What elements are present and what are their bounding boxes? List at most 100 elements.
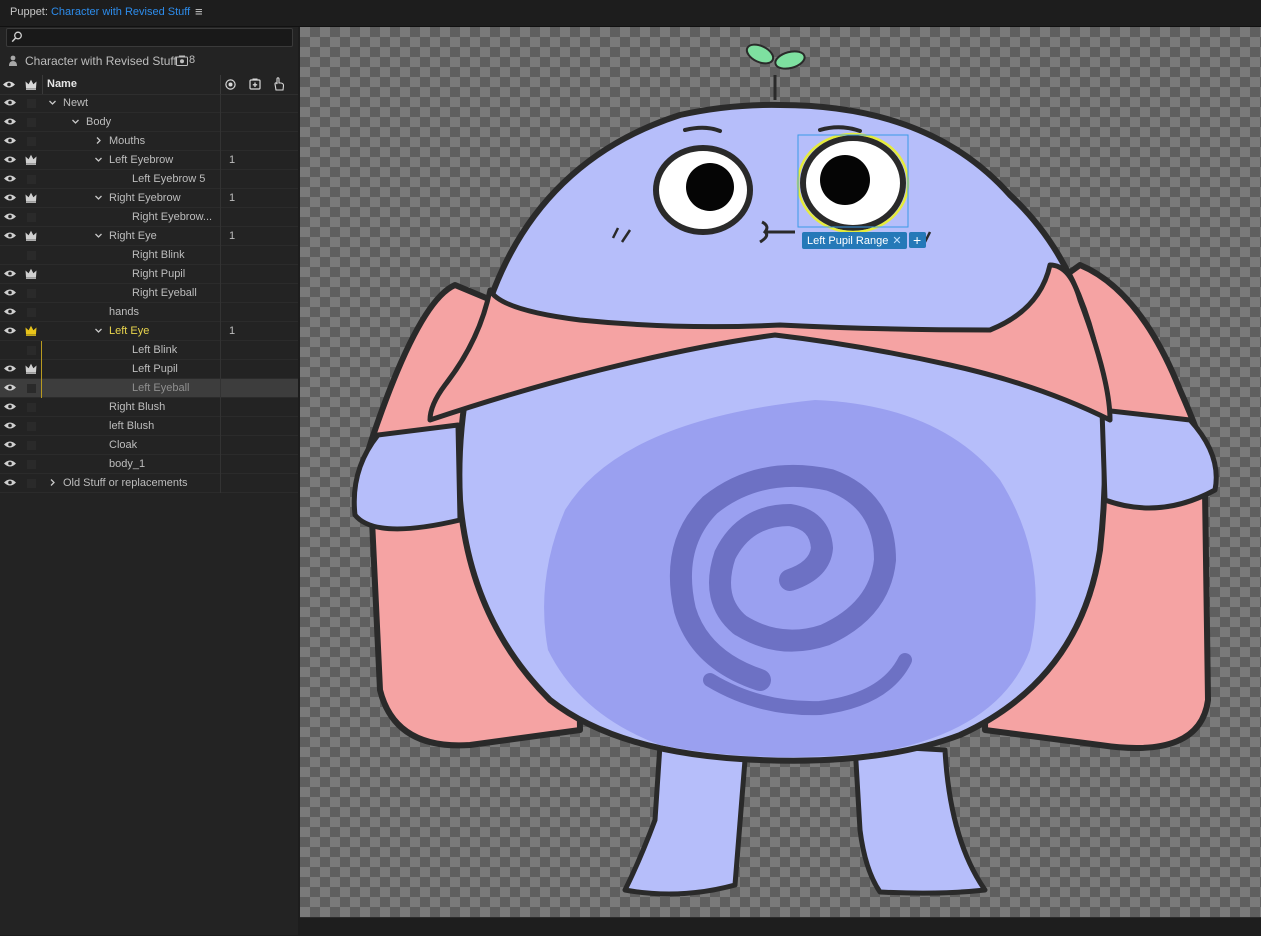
crown-icon[interactable] [25, 230, 37, 244]
layer-row[interactable]: body_1 [0, 455, 298, 474]
chevron-down-icon[interactable] [94, 231, 103, 243]
eye-icon[interactable] [3, 383, 17, 395]
independent-toggle[interactable] [27, 441, 36, 450]
layer-row[interactable]: Body [0, 113, 298, 132]
layer-name: Left Eyeball [132, 382, 190, 394]
independent-toggle[interactable] [27, 175, 36, 184]
eye-icon[interactable] [3, 288, 17, 300]
visibility-column-icon[interactable] [2, 80, 16, 89]
eye-icon[interactable] [3, 326, 17, 338]
layer-row[interactable]: Left Blink [0, 341, 298, 360]
eye-icon[interactable] [3, 136, 17, 148]
independent-toggle[interactable] [27, 251, 36, 260]
independent-toggle[interactable] [27, 479, 36, 488]
column-divider [220, 398, 221, 417]
layer-row[interactable]: Right Blink [0, 246, 298, 265]
layer-row[interactable]: Cloak [0, 436, 298, 455]
eye-icon[interactable] [3, 459, 17, 471]
chevron-down-icon[interactable] [94, 326, 103, 338]
puppet-icon [9, 55, 17, 66]
eye-icon[interactable] [3, 269, 17, 281]
name-column-header[interactable]: Name [47, 78, 77, 90]
crown-icon[interactable] [25, 154, 37, 168]
puppet-name: Character with Revised Stuff [25, 54, 177, 68]
layer-row[interactable]: Right Eyeball [0, 284, 298, 303]
puppet-title-link[interactable]: Character with Revised Stuff [51, 6, 190, 18]
independent-toggle[interactable] [27, 289, 36, 298]
column-divider [220, 189, 221, 208]
behavior-count: 1 [229, 230, 236, 242]
layer-row[interactable]: Right Eye 1 [0, 227, 298, 246]
eye-icon[interactable] [3, 402, 17, 414]
column-divider [220, 379, 221, 398]
layer-name: Body [86, 116, 112, 128]
layer-row[interactable]: Left Eyeball [0, 379, 298, 398]
panel-menu-icon[interactable]: ≡ [195, 5, 203, 19]
layer-row[interactable]: hands [0, 303, 298, 322]
independent-toggle[interactable] [27, 403, 36, 412]
eye-icon[interactable] [3, 155, 17, 167]
eye-icon[interactable] [3, 421, 17, 433]
independent-toggle[interactable] [27, 213, 36, 222]
column-divider [220, 436, 221, 455]
independent-toggle[interactable] [27, 118, 36, 127]
chevron-down-icon[interactable] [48, 98, 57, 110]
independent-toggle[interactable] [27, 308, 36, 317]
eye-icon[interactable] [3, 174, 17, 186]
crown-column-icon[interactable] [25, 79, 37, 90]
tag-column-icon[interactable] [249, 78, 261, 90]
eye-icon[interactable] [3, 440, 17, 452]
origin-column-icon[interactable] [225, 79, 236, 90]
puppet-panel: Character with Revised Stuff 8 Name Newt… [0, 27, 298, 935]
hand-column-icon[interactable] [273, 77, 285, 91]
eye-icon[interactable] [3, 193, 17, 205]
independent-toggle[interactable] [27, 99, 36, 108]
layer-row[interactable]: Right Eyebrow... [0, 208, 298, 227]
chevron-right-icon[interactable] [48, 478, 57, 490]
tag-label-chip[interactable]: Left Pupil Range ✕ [802, 232, 907, 249]
search-input[interactable] [6, 28, 293, 47]
tag-add-button[interactable]: + [908, 232, 926, 248]
layer-row[interactable]: Right Pupil [0, 265, 298, 284]
scene-canvas[interactable]: Left Pupil Range ✕ + [300, 27, 1261, 917]
eye-icon[interactable] [3, 307, 17, 319]
layer-row[interactable]: Left Eyebrow 5 [0, 170, 298, 189]
layer-row[interactable]: Old Stuff or replacements [0, 474, 298, 493]
layer-row[interactable]: Mouths [0, 132, 298, 151]
layer-row[interactable]: Newt [0, 94, 298, 113]
layer-row[interactable]: Left Pupil [0, 360, 298, 379]
behavior-count: 1 [229, 154, 236, 166]
layer-name: Right Eye [109, 230, 157, 242]
layer-tree: Newt Body Mouths Left Eyebrow 1 Left Eyebrow … [0, 94, 298, 493]
independent-toggle[interactable] [27, 346, 36, 355]
crown-icon[interactable] [25, 325, 37, 339]
independent-toggle[interactable] [27, 460, 36, 469]
independent-toggle[interactable] [27, 422, 36, 431]
layer-row[interactable]: left Blush [0, 417, 298, 436]
pupil-range-tag: Left Pupil Range ✕ + [802, 232, 926, 249]
chevron-down-icon[interactable] [94, 155, 103, 167]
layer-row[interactable]: Left Eye 1 [0, 322, 298, 341]
chevron-right-icon[interactable] [94, 136, 103, 148]
eye-icon[interactable] [3, 478, 17, 490]
layer-name: Right Eyeball [132, 287, 197, 299]
independent-toggle[interactable] [27, 384, 36, 393]
tag-remove-icon[interactable]: ✕ [892, 234, 901, 249]
crown-icon[interactable] [25, 363, 37, 377]
layer-name: Left Pupil [132, 363, 178, 375]
layer-row[interactable]: Right Eyebrow 1 [0, 189, 298, 208]
eye-icon[interactable] [3, 364, 17, 376]
eye-icon[interactable] [3, 231, 17, 243]
group-indicator [41, 360, 42, 379]
layer-name: Old Stuff or replacements [63, 477, 188, 489]
independent-toggle[interactable] [27, 137, 36, 146]
layer-row[interactable]: Right Blush [0, 398, 298, 417]
layer-row[interactable]: Left Eyebrow 1 [0, 151, 298, 170]
eye-icon[interactable] [3, 117, 17, 129]
chevron-down-icon[interactable] [71, 117, 80, 129]
eye-icon[interactable] [3, 212, 17, 224]
chevron-down-icon[interactable] [94, 193, 103, 205]
crown-icon[interactable] [25, 192, 37, 206]
eye-icon[interactable] [3, 98, 17, 110]
crown-icon[interactable] [25, 268, 37, 282]
